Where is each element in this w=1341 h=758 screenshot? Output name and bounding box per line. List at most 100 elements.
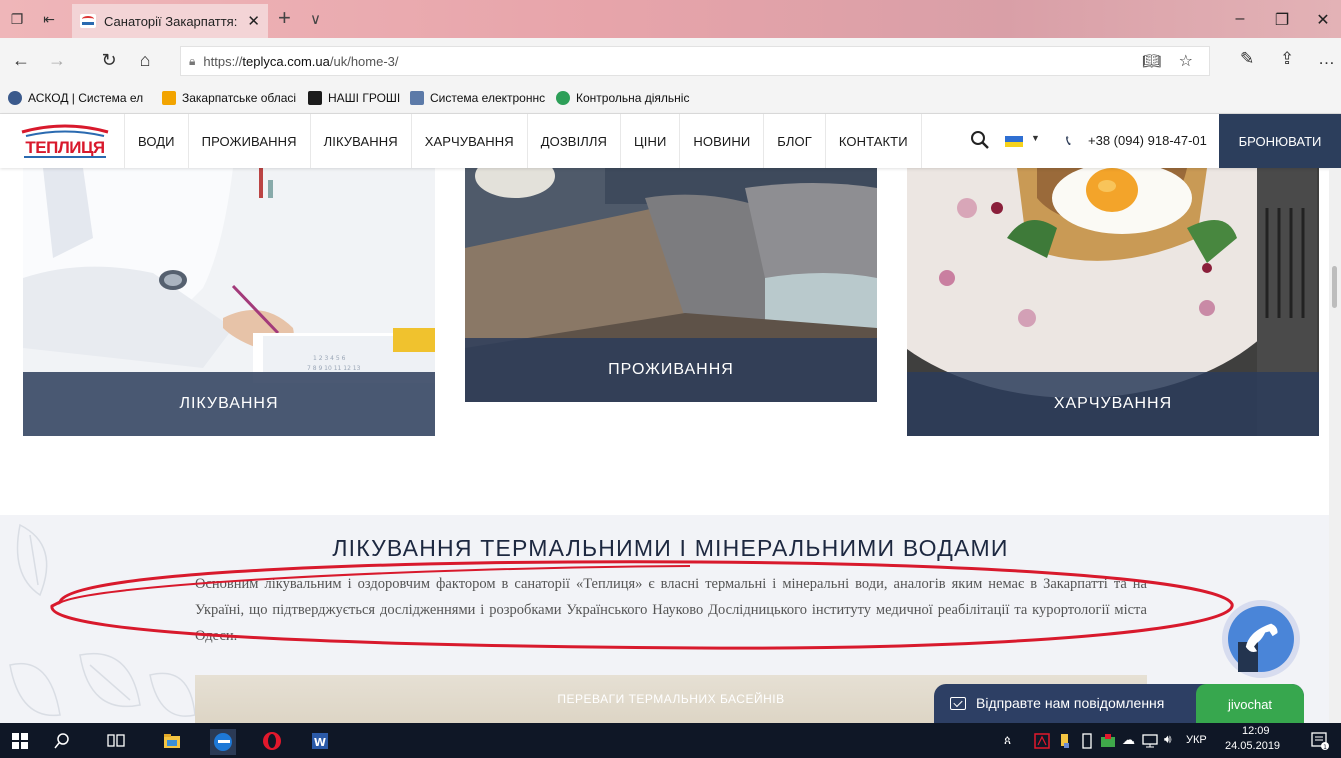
svg-text:W: W: [314, 736, 326, 749]
nav-item-novyny[interactable]: НОВИНИ: [680, 114, 765, 168]
main-nav: ВОДИ ПРОЖИВАННЯ ЛІКУВАННЯ ХАРЧУВАННЯ ДОЗ…: [124, 114, 922, 168]
new-tab-icon[interactable]: +: [278, 7, 291, 29]
back-icon[interactable]: ←: [10, 50, 32, 71]
nav-item-likuvannia[interactable]: ЛІКУВАННЯ: [311, 114, 412, 168]
card-kharchuvannia[interactable]: ХАРЧУВАННЯ: [907, 168, 1319, 436]
home-icon[interactable]: ⌂: [134, 50, 156, 71]
favorite-star-icon[interactable]: ☆: [1179, 51, 1193, 71]
favorite-item[interactable]: Контрольна діяльніс: [556, 91, 689, 105]
phone-icon: 📞︎: [1066, 132, 1071, 148]
nav-item-kharchuvannia[interactable]: ХАРЧУВАННЯ: [412, 114, 528, 168]
tab-list-icon[interactable]: ∨: [310, 9, 321, 31]
nav-item-dozvillia[interactable]: ДОЗВІЛЛЯ: [528, 114, 622, 168]
card-label: ХАРЧУВАННЯ: [907, 372, 1319, 436]
tab-close-icon[interactable]: ✕: [247, 12, 260, 30]
network-icon[interactable]: [1142, 733, 1158, 749]
jivochat-brand: jivochat: [1196, 684, 1304, 724]
site-favicon-icon: [80, 14, 96, 28]
favorite-label: Система електроннс: [430, 91, 546, 105]
lock-icon: 🔒︎: [189, 53, 196, 68]
reading-view-icon[interactable]: 📖︎: [1142, 52, 1161, 70]
favorite-label: Контрольна діяльніс: [576, 91, 690, 105]
svg-text:1: 1: [1323, 744, 1327, 751]
task-view-icon[interactable]: [106, 731, 126, 751]
header-phone[interactable]: +38 (094) 918-47-01: [1088, 133, 1207, 148]
chat-prompt: Відправте нам повідомлення: [976, 695, 1165, 711]
call-back-button[interactable]: [1222, 600, 1300, 678]
scrollbar-thumb[interactable]: [1332, 266, 1337, 308]
search-icon[interactable]: [52, 731, 72, 751]
forward-icon[interactable]: →: [46, 50, 68, 71]
volume-icon[interactable]: 🔊︎: [1164, 732, 1172, 747]
favorite-item[interactable]: Закарпатське обласі: [162, 91, 296, 105]
word-icon[interactable]: W: [310, 731, 330, 751]
card-likuvannia[interactable]: 1 2 3 4 5 6 7 8 9 10 11 12 13 ЛІКУВАННЯ: [23, 168, 435, 436]
shield-icon: [8, 91, 22, 105]
edge-browser-icon[interactable]: [210, 729, 236, 755]
card-label: ЛІКУВАННЯ: [23, 372, 435, 436]
tab-title: Санаторії Закарпаття: (: [104, 13, 242, 29]
url-host: teplyca.com.ua: [242, 53, 330, 69]
more-icon[interactable]: …: [1318, 49, 1335, 69]
language-caret-icon[interactable]: ▼: [1031, 133, 1040, 143]
teplytsia-logo[interactable]: ТЕПЛИЦЯ: [18, 122, 112, 162]
tab-sanatorii[interactable]: Санаторії Закарпаття: ( ✕: [72, 4, 268, 38]
phone-handset-icon: [1245, 623, 1278, 652]
favorite-item[interactable]: Система електроннс: [410, 91, 545, 105]
tab-preview-icon[interactable]: ❐: [6, 8, 28, 30]
favorites-bar: АСКОД | Система ел Закарпатське обласі Н…: [0, 84, 1341, 114]
nav-item-kontakty[interactable]: КОНТАКТИ: [826, 114, 922, 168]
message-icon: [950, 697, 966, 710]
nav-item-tsiny[interactable]: ЦІНИ: [621, 114, 681, 168]
onedrive-icon[interactable]: ☁: [1122, 732, 1135, 748]
favorite-item[interactable]: АСКОД | Система ел: [8, 91, 143, 105]
search-icon[interactable]: [970, 130, 990, 150]
favorite-label: НАШІ ГРОШІ: [328, 91, 401, 105]
nav-item-blog[interactable]: БЛОГ: [764, 114, 826, 168]
ukraine-flag-icon[interactable]: [1005, 136, 1023, 147]
clock-date[interactable]: 24.05.2019: [1225, 740, 1280, 752]
tool-tray-icon[interactable]: [1058, 733, 1072, 749]
refresh-icon[interactable]: ↻: [98, 50, 120, 71]
section-title: ЛІКУВАННЯ ТЕРМАЛЬНИМИ І МІНЕРАЛЬНИМИ ВОД…: [332, 535, 1009, 561]
card-prozhyvannia[interactable]: ПРОЖИВАННЯ: [465, 168, 877, 402]
tab-aside-icon[interactable]: ⇤: [38, 8, 60, 30]
browser-tab-bar: ❐ ⇤ Санаторії Закарпаття: ( ✕ + ∨ – ❐ ✕: [0, 0, 1341, 38]
minimize-icon[interactable]: –: [1230, 10, 1250, 28]
favorite-label: АСКОД | Система ел: [28, 91, 144, 105]
share-icon[interactable]: ⇪: [1280, 49, 1294, 69]
usb-tray-icon[interactable]: [1080, 733, 1094, 749]
pdf-tray-icon[interactable]: [1034, 733, 1050, 749]
windows-start-icon[interactable]: [12, 733, 28, 749]
nav-item-prozhyvannia[interactable]: ПРОЖИВАННЯ: [189, 114, 311, 168]
nav-item-vody[interactable]: ВОДИ: [124, 114, 189, 168]
opera-icon[interactable]: [262, 731, 282, 751]
leaf-icon: [556, 91, 570, 105]
notifications-icon[interactable]: 1: [1310, 731, 1330, 751]
keyboard-language[interactable]: УКР: [1186, 734, 1207, 746]
url-path: /uk/home-3/: [329, 53, 399, 69]
close-window-icon[interactable]: ✕: [1313, 10, 1333, 30]
site-header: ТЕПЛИЦЯ ВОДИ ПРОЖИВАННЯ ЛІКУВАННЯ ХАРЧУВ…: [0, 114, 1341, 168]
page-scrollbar[interactable]: [1329, 168, 1341, 723]
nashi-groshi-icon: [308, 91, 322, 105]
people-icon[interactable]: ጰ: [1004, 733, 1011, 748]
jivochat-widget[interactable]: Відправте нам повідомлення jivochat: [934, 684, 1304, 724]
address-field[interactable]: 🔒︎ https:// teplyca.com.ua /uk/home-3/ 📖…: [180, 46, 1210, 76]
section-text: Основним лікувальним і оздоровчим фактор…: [195, 576, 1147, 644]
favorite-label: Закарпатське обласі: [182, 91, 297, 105]
restore-icon[interactable]: ❐: [1272, 10, 1292, 30]
svg-text:7 8 9 10 11 12 13: 7 8 9 10 11 12 13: [307, 365, 361, 372]
file-explorer-icon[interactable]: [162, 731, 182, 751]
pen-icon[interactable]: ✎: [1240, 49, 1254, 69]
favorite-item[interactable]: НАШІ ГРОШІ: [308, 91, 400, 105]
windows-taskbar: W ጰ ☁ 🔊︎ УКР 12:09 24.05.2019 1: [0, 723, 1341, 758]
clock-time[interactable]: 12:09: [1242, 725, 1270, 737]
security-tray-icon[interactable]: [1100, 733, 1116, 749]
url-prefix: https://: [203, 53, 243, 69]
card-label: ПРОЖИВАННЯ: [465, 338, 877, 402]
book-button[interactable]: БРОНЮВАТИ: [1219, 114, 1341, 168]
tab-label: ПЕРЕВАГИ ТЕРМАЛЬНИХ БАСЕЙНІВ: [557, 692, 785, 706]
svg-text:ТЕПЛИЦЯ: ТЕПЛИЦЯ: [25, 138, 105, 157]
svg-text:1 2 3 4 5 6: 1 2 3 4 5 6: [313, 355, 346, 362]
